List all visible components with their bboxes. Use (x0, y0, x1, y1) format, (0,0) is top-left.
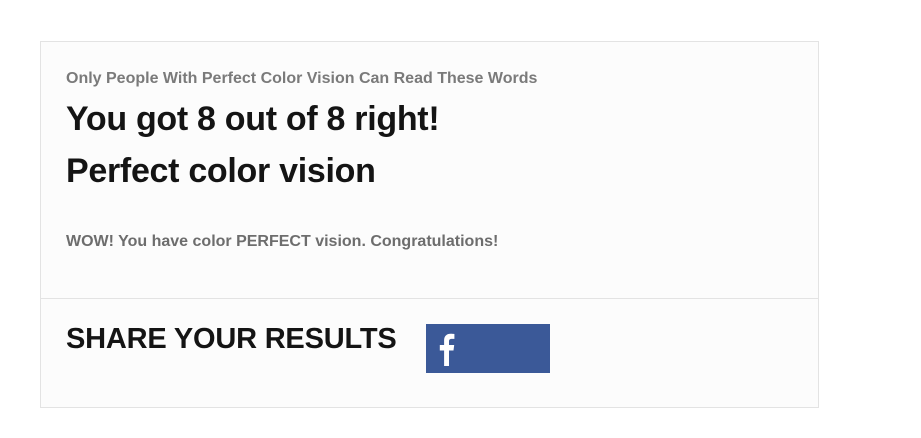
result-name: Perfect color vision (66, 152, 376, 190)
result-description: WOW! You have color PERFECT vision. Cong… (66, 233, 499, 250)
share-section: SHARE YOUR RESULTS (41, 299, 818, 407)
result-section: Only People With Perfect Color Vision Ca… (41, 42, 818, 299)
score-heading: You got 8 out of 8 right! (66, 100, 440, 138)
share-results-label: SHARE YOUR RESULTS (66, 323, 397, 355)
quiz-title: Only People With Perfect Color Vision Ca… (66, 70, 538, 87)
facebook-share-button[interactable] (426, 324, 550, 373)
facebook-f-icon (439, 333, 455, 366)
quiz-result-card: Only People With Perfect Color Vision Ca… (40, 41, 819, 408)
